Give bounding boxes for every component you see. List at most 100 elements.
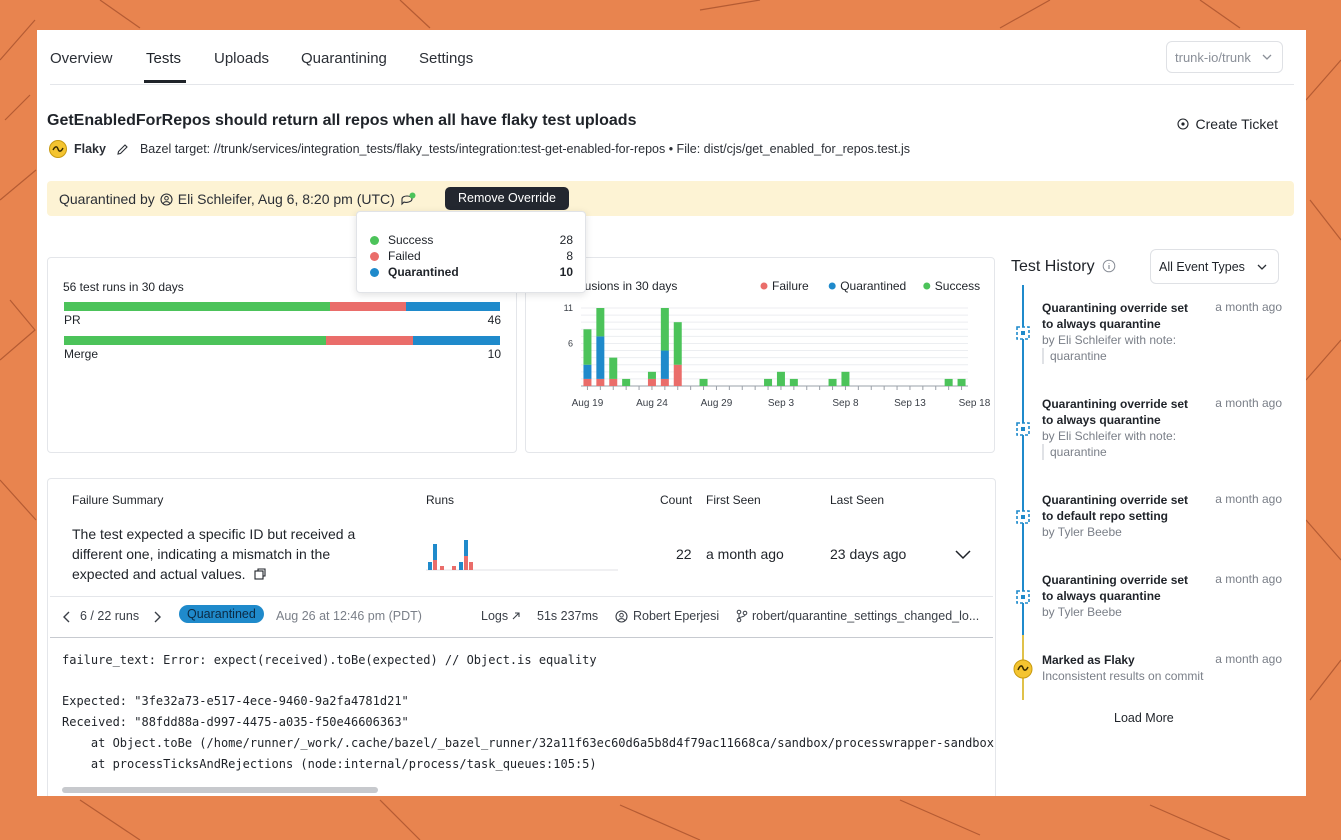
bar-f bbox=[583, 378, 592, 386]
history-item: Quarantining override set to always quar… bbox=[1042, 572, 1282, 620]
bar-segment-quarantined bbox=[412, 336, 500, 345]
x-tick-label: Sep 13 bbox=[894, 398, 926, 409]
repo-select[interactable]: trunk-io/trunk bbox=[1166, 41, 1283, 73]
x-tick-label: Aug 24 bbox=[636, 398, 668, 409]
y-tick-label: 11 bbox=[564, 303, 573, 313]
bar-f bbox=[673, 364, 682, 386]
pr-count: 46 bbox=[487, 313, 501, 327]
tooltip-row-success: Success 28 bbox=[370, 233, 573, 247]
event-type-select[interactable]: All Event Types bbox=[1150, 249, 1279, 284]
create-ticket-button[interactable]: Create Ticket bbox=[1176, 116, 1278, 132]
history-item-time: a month ago bbox=[1215, 396, 1282, 410]
bar-s bbox=[957, 378, 966, 386]
bar-f bbox=[609, 378, 618, 386]
run-author: Robert Eperjesi bbox=[633, 609, 720, 623]
runs-card-title: 56 test runs in 30 days bbox=[63, 280, 184, 294]
chevron-left-icon[interactable] bbox=[63, 611, 71, 623]
quarantine-icon bbox=[1016, 510, 1030, 524]
bar-s bbox=[789, 378, 798, 386]
runs-sparkline bbox=[426, 540, 618, 571]
pr-runs-bar[interactable] bbox=[64, 302, 500, 311]
flaky-icon bbox=[49, 140, 67, 158]
tab-tests[interactable]: Tests bbox=[146, 50, 181, 67]
flaky-icon bbox=[1013, 659, 1033, 679]
bar-segment-failed bbox=[329, 302, 407, 311]
bar-q bbox=[660, 350, 669, 379]
logs-link[interactable]: Logs bbox=[481, 609, 520, 623]
chevron-right-icon[interactable] bbox=[153, 611, 161, 623]
legend-label: Failure bbox=[772, 279, 809, 293]
tab-quarantining[interactable]: Quarantining bbox=[301, 50, 387, 67]
tooltip-row-failed: Failed 8 bbox=[370, 249, 573, 263]
quarantined-dot-icon bbox=[370, 268, 379, 277]
failure-first-seen: a month ago bbox=[706, 546, 784, 562]
git-branch-icon bbox=[736, 609, 748, 623]
event-type-value: All Event Types bbox=[1159, 260, 1245, 274]
failure-log: failure_text: Error: expect(received).to… bbox=[62, 653, 994, 771]
bar-f bbox=[647, 378, 656, 386]
edit-pencil-icon[interactable] bbox=[116, 143, 129, 156]
tooltip-label: Success bbox=[388, 233, 434, 247]
load-more-button[interactable]: Load More bbox=[1114, 711, 1174, 725]
bar-s bbox=[764, 378, 773, 386]
run-duration: 51s 237ms bbox=[537, 609, 599, 623]
tab-settings[interactable]: Settings bbox=[419, 50, 473, 67]
quarantine-icon bbox=[1016, 422, 1030, 436]
failure-last-seen: 23 days ago bbox=[830, 546, 907, 562]
failure-summary-table: Failure Summary Runs Count First Seen La… bbox=[47, 478, 996, 796]
failure-summary-cell: The test expected a specific ID but rece… bbox=[72, 524, 382, 584]
chevron-down-icon bbox=[1262, 54, 1272, 60]
y-tick-label: 6 bbox=[568, 338, 573, 348]
tooltip-value: 10 bbox=[559, 265, 573, 279]
bar-segment-quarantined bbox=[406, 302, 500, 311]
merge-label: Merge bbox=[64, 347, 99, 361]
bar-s bbox=[647, 371, 656, 379]
user-icon bbox=[615, 610, 628, 623]
tooltip-label: Failed bbox=[388, 249, 421, 263]
tooltip-value: 8 bbox=[566, 249, 573, 263]
failure-count: 22 bbox=[676, 546, 692, 562]
run-branch[interactable]: robert/quarantine_settings_changed_lo... bbox=[752, 609, 979, 623]
history-item: Quarantining override set to always quar… bbox=[1042, 396, 1282, 460]
history-item-time: a month ago bbox=[1215, 492, 1282, 506]
chevron-down-icon[interactable] bbox=[955, 550, 971, 560]
banner-user-time: Eli Schleifer, Aug 6, 8:20 pm (UTC) bbox=[177, 191, 395, 207]
test-meta-row: Flaky Bazel target: //trunk/services/int… bbox=[49, 140, 910, 158]
history-item-title: Marked as Flaky bbox=[1042, 653, 1135, 667]
legend-label: Success bbox=[935, 279, 980, 293]
info-icon[interactable] bbox=[1102, 259, 1116, 273]
quarantine-banner: Quarantined by Eli Schleifer, Aug 6, 8:2… bbox=[47, 181, 1294, 216]
history-item-sub: Inconsistent results on commit bbox=[1042, 669, 1204, 683]
main-panel: Overview Tests Uploads Quarantining Sett… bbox=[37, 30, 1306, 796]
tooltip-value: 28 bbox=[559, 233, 573, 247]
bar-f bbox=[660, 378, 669, 386]
col-runs: Runs bbox=[426, 493, 455, 507]
bar-s bbox=[828, 378, 837, 386]
status-label: Flaky bbox=[74, 142, 106, 156]
bar-s bbox=[622, 378, 631, 386]
legend-dot bbox=[923, 282, 931, 290]
run-details-bar: 6 / 22 runs Quarantined Aug 26 at 12:46 … bbox=[50, 596, 993, 638]
success-dot-icon bbox=[370, 236, 379, 245]
run-date: Aug 26 at 12:46 pm (PDT) bbox=[276, 609, 422, 623]
bar-s bbox=[609, 357, 618, 379]
copy-icon[interactable] bbox=[254, 568, 267, 580]
legend-dot bbox=[760, 282, 768, 290]
bar-segment-success bbox=[64, 302, 330, 311]
history-item: Quarantining override set to default rep… bbox=[1042, 492, 1282, 540]
tab-overview[interactable]: Overview bbox=[50, 50, 113, 67]
failure-summary-text: The test expected a specific ID but rece… bbox=[72, 526, 356, 582]
history-item-sub: by Eli Schleifer with note: bbox=[1042, 429, 1177, 443]
bar-s bbox=[944, 378, 953, 386]
bar-s bbox=[841, 371, 850, 386]
bar-s bbox=[596, 308, 605, 337]
horizontal-scrollbar[interactable] bbox=[62, 787, 378, 793]
remove-override-button[interactable]: Remove Override bbox=[445, 187, 569, 210]
active-tab-indicator bbox=[144, 80, 186, 83]
tooltip-row-quarantined: Quarantined 10 bbox=[370, 265, 573, 279]
history-item-sub: by Eli Schleifer with note: bbox=[1042, 333, 1177, 347]
bar-q bbox=[596, 336, 605, 379]
comment-icon[interactable] bbox=[400, 192, 416, 206]
tab-uploads[interactable]: Uploads bbox=[214, 50, 269, 67]
merge-runs-bar[interactable] bbox=[64, 336, 500, 345]
